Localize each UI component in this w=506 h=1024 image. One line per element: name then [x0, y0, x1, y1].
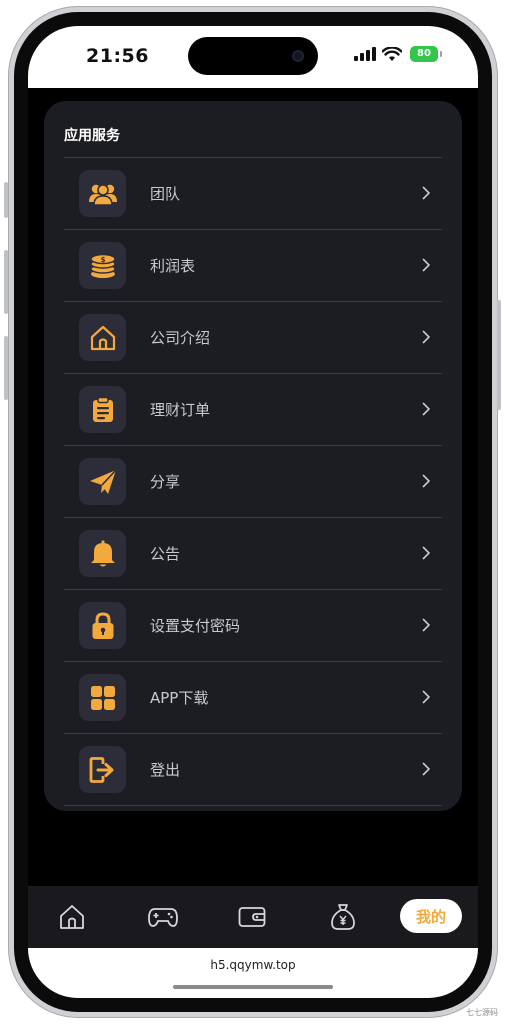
chevron-right-icon: [422, 258, 430, 272]
browser-bar: h5.qqymw.top: [28, 948, 478, 998]
chevron-right-icon: [422, 690, 430, 704]
section-title: 应用服务: [64, 128, 120, 144]
chevron-right-icon: [422, 474, 430, 488]
chevron-right-icon: [422, 762, 430, 776]
bell-icon: [79, 530, 126, 577]
app-services-card: 应用服务 团队 $ 利润表 公司介绍 理财订单 分享 公告 设置支付密码 APP…: [44, 101, 462, 811]
gamepad-icon: [148, 908, 178, 927]
menu-label-set-payment-password: 设置支付密码: [150, 617, 241, 635]
services-menu: 团队 $ 利润表 公司介绍 理财订单 分享 公告 设置支付密码 APP下载 登出: [64, 157, 442, 806]
dynamic-island: [188, 37, 318, 75]
chevron-right-icon: [422, 330, 430, 344]
svg-text:$: $: [100, 256, 105, 264]
phone-screen: 21:56 80 应用服务 团队 $ 利润表 公司介绍 理财订单 分享 公告 设…: [28, 26, 478, 998]
wallet-icon: [238, 907, 266, 927]
menu-label-team: 团队: [150, 185, 181, 203]
nav-games[interactable]: [128, 886, 198, 948]
clipboard-icon: [79, 386, 126, 433]
chevron-right-icon: [422, 186, 430, 200]
menu-item-logout[interactable]: 登出: [64, 733, 442, 806]
power-button: [497, 300, 501, 410]
menu-label-announcement: 公告: [150, 545, 181, 563]
volume-down-button: [4, 336, 8, 400]
camera-icon: [292, 50, 304, 62]
menu-item-team[interactable]: 团队: [64, 157, 442, 229]
action-button: [4, 182, 8, 218]
status-time: 21:56: [86, 45, 149, 67]
menu-label-profit-statement: 利润表: [150, 257, 196, 275]
menu-item-company-intro[interactable]: 公司介绍: [64, 301, 442, 373]
battery-icon: 80: [410, 46, 442, 62]
menu-item-announcement[interactable]: 公告: [64, 517, 442, 589]
team-icon: [79, 170, 126, 217]
status-icons: 80: [354, 46, 442, 62]
watermark: 七七源码: [466, 1008, 498, 1017]
menu-label-logout: 登出: [150, 761, 181, 779]
grid-apps-icon: [79, 674, 126, 721]
menu-item-wealth-orders[interactable]: 理财订单: [64, 373, 442, 445]
menu-label-app-download: APP下载: [150, 689, 209, 707]
menu-item-app-download[interactable]: APP下载: [64, 661, 442, 733]
chevron-right-icon: [422, 402, 430, 416]
lock-icon: [79, 602, 126, 649]
wifi-icon: [382, 46, 402, 61]
money-bag-icon: [331, 904, 355, 930]
menu-item-set-payment-password[interactable]: 设置支付密码: [64, 589, 442, 661]
chevron-right-icon: [422, 618, 430, 632]
chevron-right-icon: [422, 546, 430, 560]
nav-finance[interactable]: [308, 886, 378, 948]
coins-icon: $: [79, 242, 126, 289]
nav-wallet[interactable]: [217, 886, 287, 948]
home-icon: [60, 905, 84, 929]
paper-plane-icon: [79, 458, 126, 505]
menu-item-profit-statement[interactable]: $ 利润表: [64, 229, 442, 301]
bottom-nav: 我的: [28, 886, 478, 948]
signal-icon: [354, 47, 376, 61]
nav-home[interactable]: [37, 886, 107, 948]
home-indicator: [173, 985, 333, 989]
url-text[interactable]: h5.qqymw.top: [28, 958, 478, 972]
menu-label-company-intro: 公司介绍: [150, 329, 211, 347]
menu-label-share: 分享: [150, 473, 181, 491]
status-bar: 21:56 80: [28, 26, 478, 88]
menu-item-share[interactable]: 分享: [64, 445, 442, 517]
volume-up-button: [4, 250, 8, 314]
nav-mine-active[interactable]: 我的: [400, 899, 462, 933]
logout-icon: [79, 746, 126, 793]
menu-label-wealth-orders: 理财订单: [150, 401, 211, 419]
home-outline-icon: [79, 314, 126, 361]
